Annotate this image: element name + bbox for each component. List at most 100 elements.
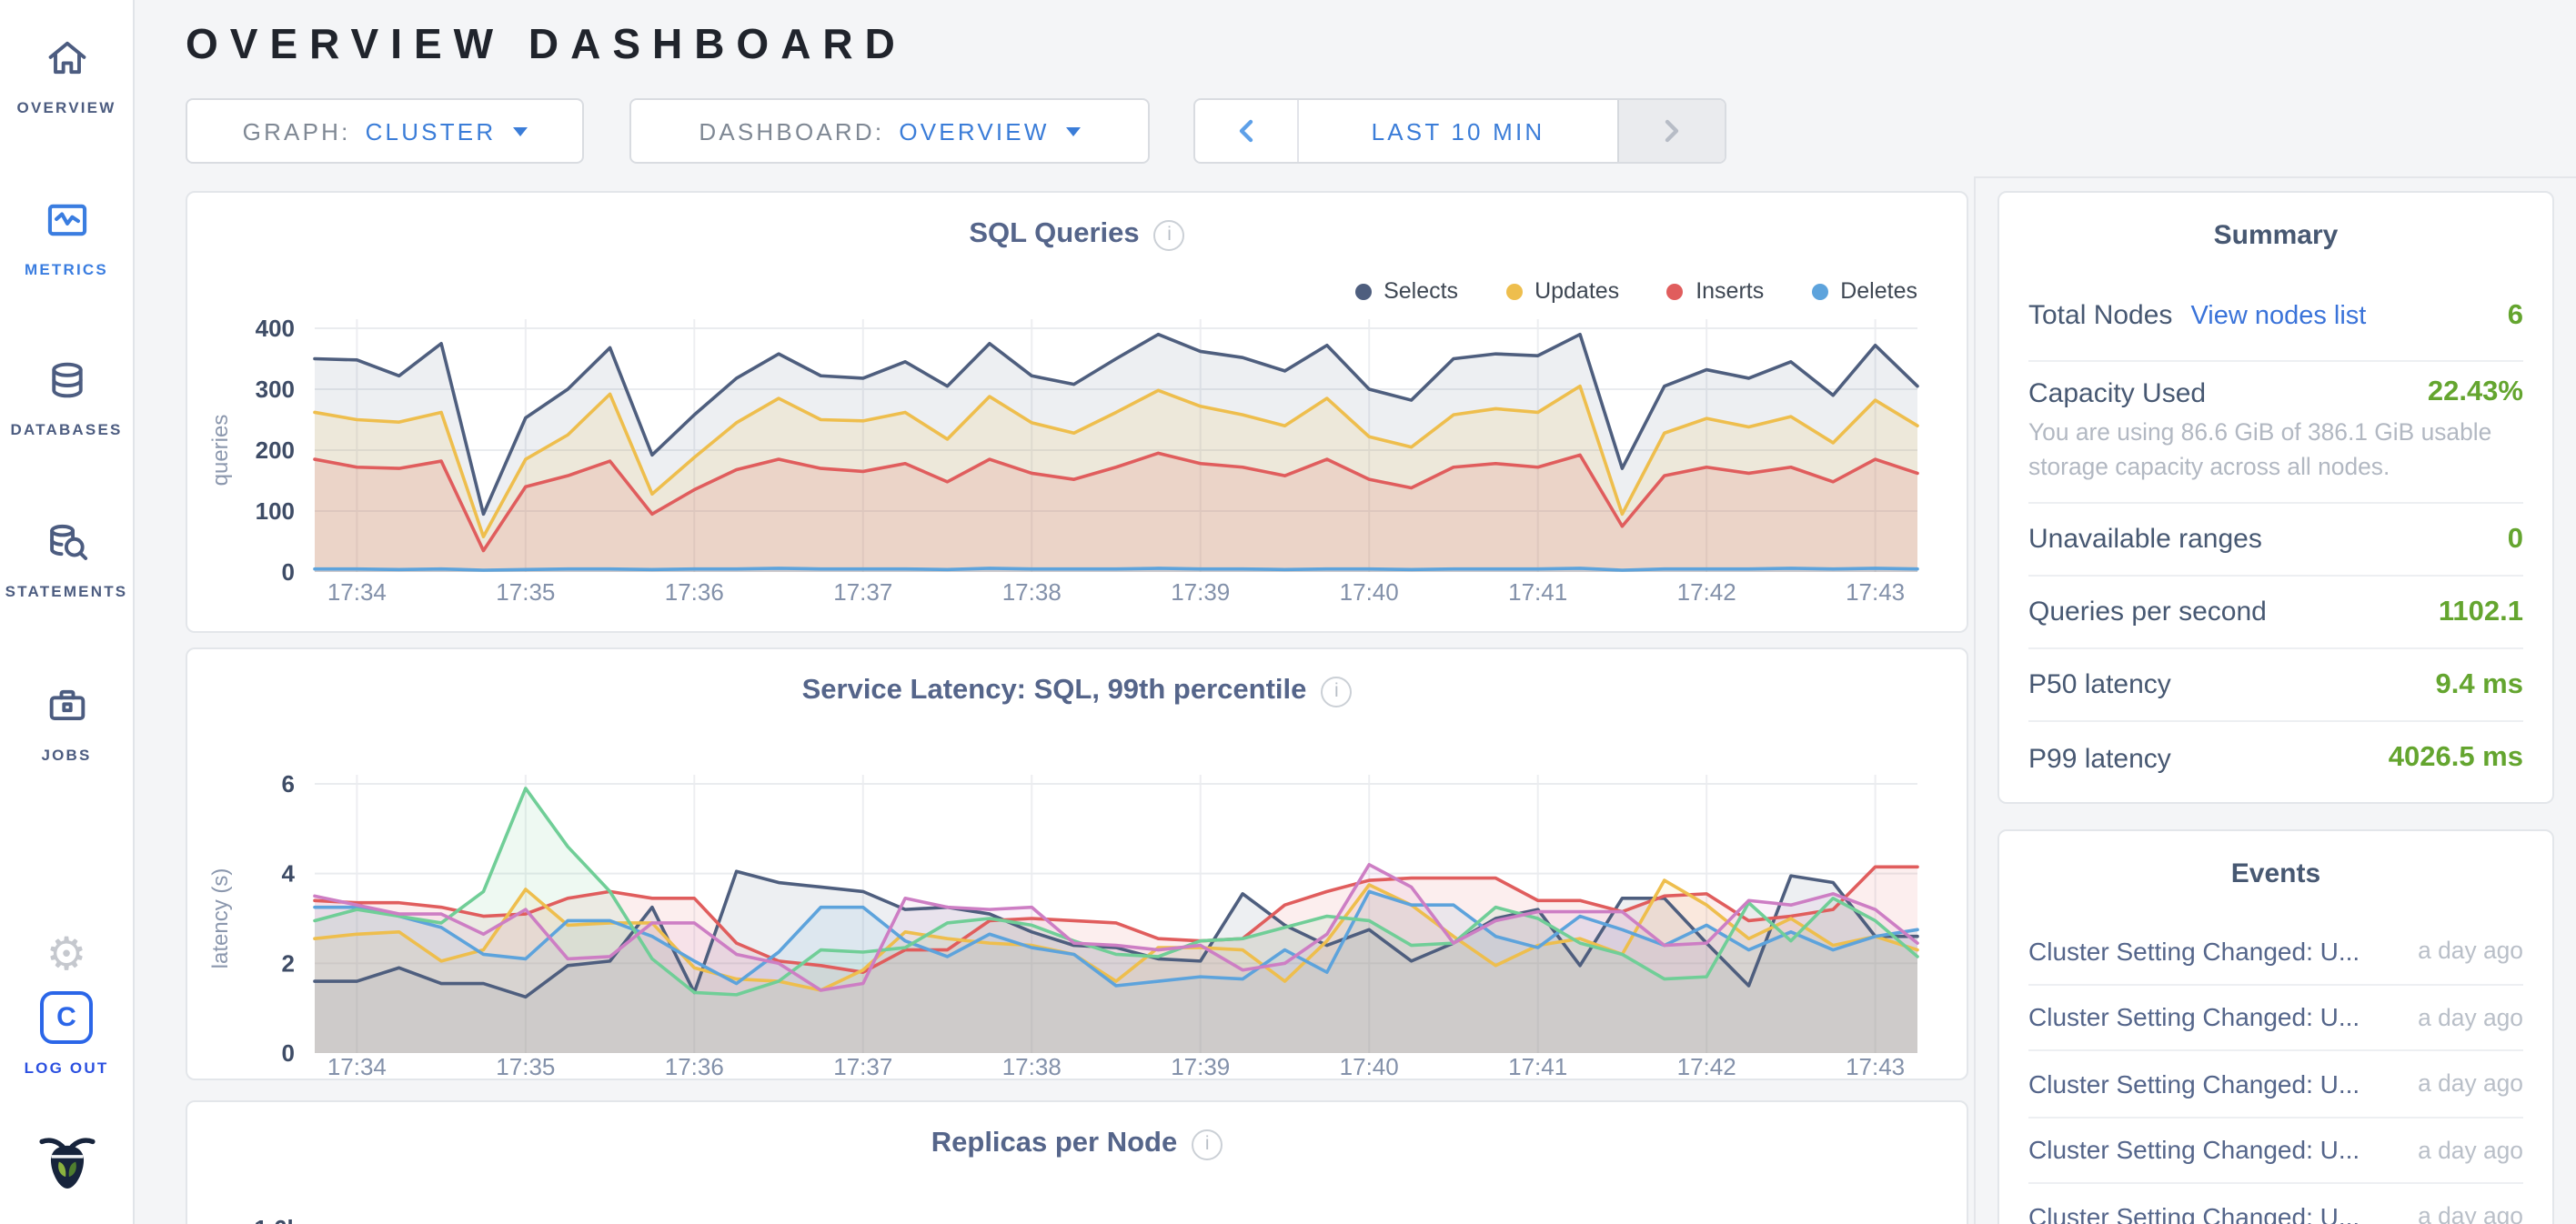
event-text: Cluster Setting Changed: U...	[2028, 1003, 2360, 1032]
svg-text:17:40: 17:40	[1340, 578, 1399, 606]
dashboard-dropdown[interactable]: DASHBOARD: OVERVIEW	[629, 98, 1150, 164]
time-range-control: LAST 10 MIN	[1193, 98, 1726, 164]
cockroach-logo-icon	[32, 1124, 101, 1206]
event-time: a day ago	[2418, 1070, 2523, 1098]
legend-item-deletes[interactable]: Deletes	[1811, 278, 1917, 304]
logout-monogram: C	[56, 1002, 76, 1033]
event-row: Cluster Setting Changed: U... a day ago	[2028, 1118, 2523, 1184]
svg-text:100: 100	[256, 497, 295, 525]
summary-label: Total Nodes	[2028, 300, 2172, 331]
cockroach-logo[interactable]	[0, 1124, 133, 1206]
svg-text:17:34: 17:34	[327, 1053, 387, 1080]
time-range-value[interactable]: LAST 10 MIN	[1299, 117, 1617, 145]
sidebar-item-metrics[interactable]: METRICS	[0, 196, 133, 278]
event-text: Cluster Setting Changed: U...	[2028, 1202, 2360, 1224]
legend-dot	[1354, 283, 1371, 299]
svg-text:2: 2	[282, 949, 295, 977]
chevron-down-icon	[512, 126, 527, 135]
summary-row-p99-latency: P99 latency 4026.5 ms	[2028, 722, 2523, 795]
summary-value: 22.43%	[2428, 376, 2523, 409]
svg-text:17:38: 17:38	[1002, 578, 1062, 606]
app-root: OVERVIEW METRICS DATABASES	[0, 0, 2576, 1224]
summary-label: P99 latency	[2028, 743, 2171, 774]
sidebar-item-label: METRICS	[0, 260, 133, 278]
sidebar: OVERVIEW METRICS DATABASES	[0, 0, 135, 1224]
sidebar-item-jobs[interactable]: JOBS	[0, 682, 133, 764]
svg-text:17:35: 17:35	[496, 1053, 555, 1080]
svg-text:0: 0	[282, 558, 295, 586]
svg-text:17:43: 17:43	[1846, 578, 1905, 606]
svg-text:17:36: 17:36	[665, 1053, 724, 1080]
svg-text:17:39: 17:39	[1171, 578, 1230, 606]
legend-item-inserts[interactable]: Inserts	[1666, 278, 1764, 304]
view-nodes-list-link[interactable]: View nodes list	[2190, 301, 2366, 330]
chart-title: SQL Queries	[969, 218, 1139, 251]
summary-value: 9.4 ms	[2435, 668, 2523, 701]
event-time: a day ago	[2418, 938, 2523, 965]
graph-dropdown-value: CLUSTER	[366, 117, 497, 145]
event-text: Cluster Setting Changed: U...	[2028, 1069, 2360, 1099]
summary-label: Queries per second	[2028, 597, 2267, 627]
legend-label: Deletes	[1840, 278, 1917, 304]
legend-label: Inserts	[1696, 278, 1764, 304]
statements-icon	[43, 518, 90, 575]
service-latency-panel: Service Latency: SQL, 99th percentile i …	[186, 647, 1968, 1080]
summary-label: Capacity Used	[2028, 377, 2206, 408]
chevron-down-icon	[1066, 126, 1081, 135]
event-row: Cluster Setting Changed: U... a day ago	[2028, 1051, 2523, 1118]
summary-row-queries-per-second: Queries per second 1102.1	[2028, 577, 2523, 649]
svg-text:17:42: 17:42	[1677, 578, 1736, 606]
svg-text:latency (s): latency (s)	[208, 868, 233, 969]
legend-dot	[1505, 283, 1522, 299]
graph-scope-dropdown[interactable]: GRAPH: CLUSTER	[186, 98, 584, 164]
svg-text:17:35: 17:35	[496, 578, 555, 606]
sidebar-item-statements[interactable]: STATEMENTS	[0, 518, 133, 600]
dashboard-dropdown-value: OVERVIEW	[899, 117, 1049, 145]
sidebar-item-label: OVERVIEW	[0, 98, 133, 116]
time-range-prev-button[interactable]	[1195, 100, 1299, 162]
chart-legend: Selects Updates Inserts Deletes	[1354, 278, 1917, 304]
event-row: Cluster Setting Changed: U... a day ago	[2028, 985, 2523, 1051]
legend-item-updates[interactable]: Updates	[1505, 278, 1619, 304]
legend-label: Selects	[1384, 278, 1458, 304]
graph-dropdown-label: GRAPH:	[243, 117, 351, 145]
legend-label: Updates	[1535, 278, 1619, 304]
legend-dot	[1666, 283, 1683, 299]
sidebar-item-label: DATABASES	[0, 420, 133, 438]
summary-title: Summary	[1999, 193, 2552, 251]
svg-text:0: 0	[282, 1039, 295, 1067]
settings-gear-icon[interactable]: ⚙	[0, 931, 133, 978]
svg-text:17:41: 17:41	[1508, 578, 1567, 606]
logout-button[interactable]: C LOG OUT	[0, 991, 133, 1077]
sidebar-item-label: STATEMENTS	[0, 582, 133, 600]
svg-text:17:34: 17:34	[327, 578, 387, 606]
svg-text:6: 6	[282, 770, 295, 798]
info-icon[interactable]: i	[1192, 1129, 1223, 1159]
svg-text:17:39: 17:39	[1171, 1053, 1230, 1080]
databases-icon	[43, 356, 90, 413]
chevron-left-icon	[1237, 118, 1255, 144]
logout-monogram-icon: C	[40, 991, 93, 1044]
legend-dot	[1811, 283, 1827, 299]
sidebar-item-overview[interactable]: OVERVIEW	[0, 35, 133, 116]
time-range-next-button[interactable]	[1617, 100, 1725, 162]
service-latency-chart: 17:3417:3517:3617:3717:3817:3917:4017:41…	[187, 766, 1967, 1082]
y-axis-tick-label: 1.6k	[238, 1215, 300, 1224]
svg-text:17:36: 17:36	[665, 578, 724, 606]
legend-item-selects[interactable]: Selects	[1354, 278, 1458, 304]
svg-text:300: 300	[256, 376, 295, 403]
svg-text:200: 200	[256, 436, 295, 464]
svg-text:4: 4	[282, 860, 296, 888]
events-title: Events	[1999, 831, 2552, 889]
event-text: Cluster Setting Changed: U...	[2028, 937, 2360, 966]
page-title: OVERVIEW DASHBOARD	[186, 20, 907, 69]
sidebar-item-databases[interactable]: DATABASES	[0, 356, 133, 438]
info-icon[interactable]: i	[1154, 219, 1185, 250]
info-icon[interactable]: i	[1321, 676, 1352, 707]
summary-row-total-nodes: Total Nodes View nodes list 6	[2028, 271, 2523, 362]
sql-queries-panel: SQL Queries i Selects Updates Inserts De…	[186, 191, 1968, 633]
svg-text:400: 400	[256, 315, 295, 342]
summary-value: 4026.5 ms	[2389, 742, 2523, 775]
svg-text:queries: queries	[208, 415, 233, 487]
home-icon	[43, 35, 90, 91]
